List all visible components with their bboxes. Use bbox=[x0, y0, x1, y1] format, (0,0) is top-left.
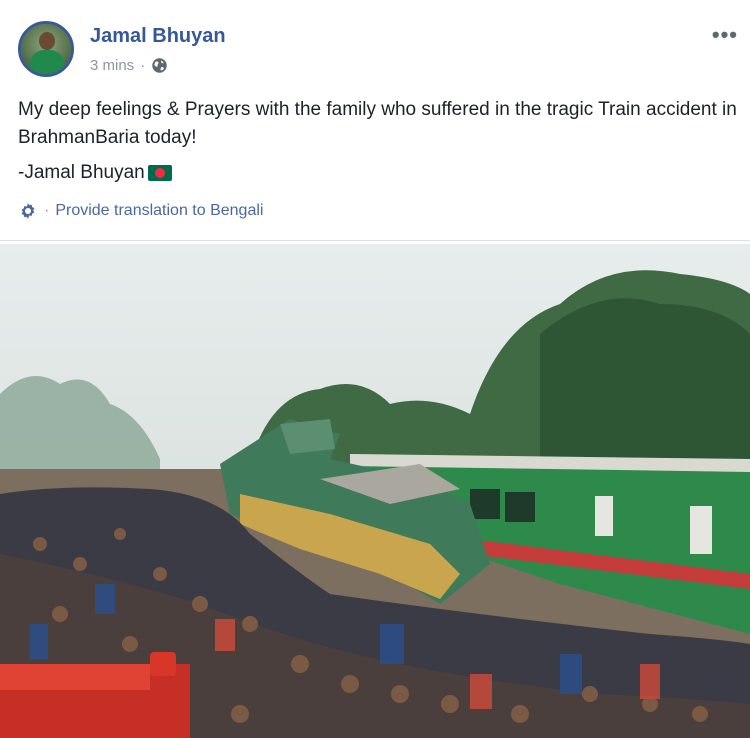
post-time[interactable]: 3 mins bbox=[90, 57, 134, 74]
facebook-post: Jamal Bhuyan 3 mins · ••• My deep feelin… bbox=[0, 0, 750, 738]
post-meta: 3 mins · bbox=[90, 57, 168, 74]
translate-link[interactable]: Provide translation to Bengali bbox=[55, 202, 263, 220]
meta-separator: · bbox=[140, 57, 146, 74]
translate-separator: · bbox=[44, 202, 50, 219]
post-message: My deep feelings & Prayers with the fami… bbox=[18, 99, 737, 148]
avatar-head bbox=[39, 32, 55, 50]
gear-icon bbox=[21, 203, 35, 219]
signature-text: -Jamal Bhuyan bbox=[18, 162, 145, 183]
bangladesh-flag-icon bbox=[147, 165, 172, 181]
post-header: Jamal Bhuyan 3 mins · ••• My deep feelin… bbox=[0, 0, 750, 241]
train-accident-photo[interactable] bbox=[0, 244, 750, 738]
post-signature: -Jamal Bhuyan bbox=[18, 162, 172, 184]
more-options-button[interactable]: ••• bbox=[712, 22, 738, 48]
author-name[interactable]: Jamal Bhuyan bbox=[90, 25, 226, 48]
translation-row: · Provide translation to Bengali bbox=[18, 201, 263, 221]
author-avatar[interactable] bbox=[18, 21, 74, 77]
globe-icon[interactable] bbox=[151, 57, 168, 74]
avatar-jersey bbox=[30, 50, 64, 74]
